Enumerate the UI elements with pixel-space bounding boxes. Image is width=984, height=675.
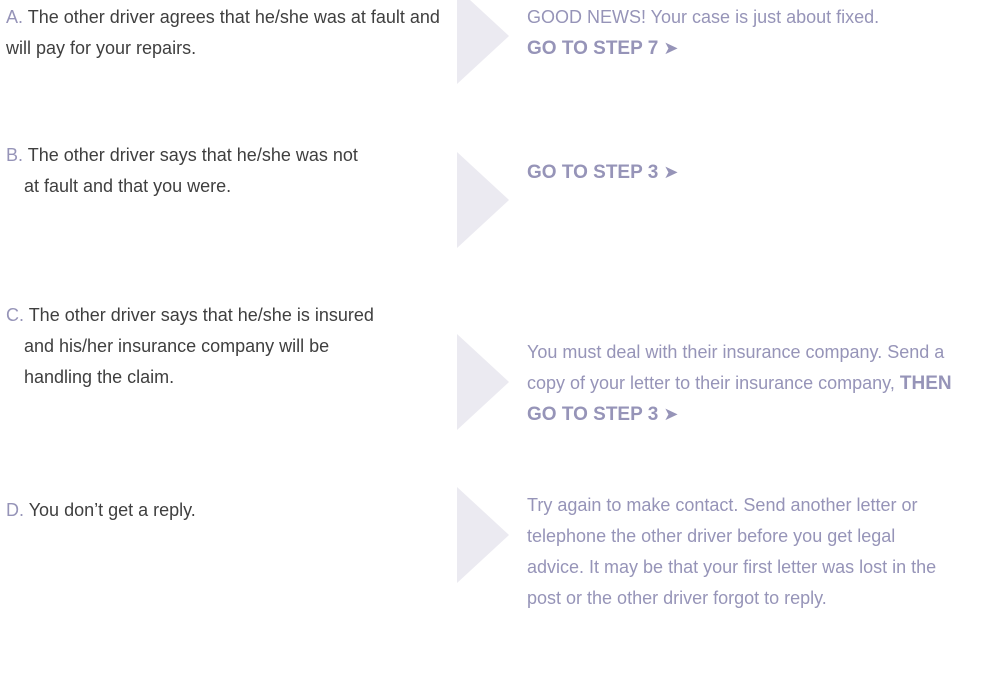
result-b: GO TO STEP 3 ➤ <box>527 157 977 188</box>
step-link[interactable]: GO TO STEP 7 <box>527 38 658 59</box>
option-letter: D. <box>6 500 24 520</box>
condition-d: D. You don’t get a reply. <box>6 495 446 526</box>
condition-b: B. The other driver says that he/she was… <box>6 140 374 202</box>
result-d: Try again to make contact. Send another … <box>527 490 947 614</box>
result-text: Try again to make contact. Send another … <box>527 495 937 608</box>
chevron-arrow-icon <box>457 487 509 583</box>
condition-a: A. The other driver agrees that he/she w… <box>6 2 446 64</box>
result-text: You must deal with their insurance compa… <box>527 342 945 393</box>
play-arrow-icon: ➤ <box>663 404 679 424</box>
condition-c: C. The other driver says that he/she is … <box>6 300 384 393</box>
play-arrow-icon: ➤ <box>663 162 679 182</box>
play-arrow-icon: ➤ <box>663 38 679 58</box>
condition-text: The other driver says that he/she was no… <box>24 145 358 196</box>
step-link[interactable]: GO TO STEP 3 <box>527 162 658 183</box>
option-letter: A. <box>6 7 24 27</box>
chevron-arrow-icon <box>457 152 509 248</box>
condition-text: The other driver says that he/she is ins… <box>24 305 374 387</box>
option-letter: C. <box>6 305 24 325</box>
chevron-arrow-icon <box>457 0 509 84</box>
condition-text: You don’t get a reply. <box>28 500 196 520</box>
result-a: GOOD NEWS! Your case is just about fixed… <box>527 2 977 64</box>
condition-text: The other driver agrees that he/she was … <box>6 7 440 58</box>
result-text: GOOD NEWS! Your case is just about fixed… <box>527 7 880 27</box>
chevron-arrow-icon <box>457 334 509 430</box>
result-c: You must deal with their insurance compa… <box>527 337 977 430</box>
option-letter: B. <box>6 145 24 165</box>
